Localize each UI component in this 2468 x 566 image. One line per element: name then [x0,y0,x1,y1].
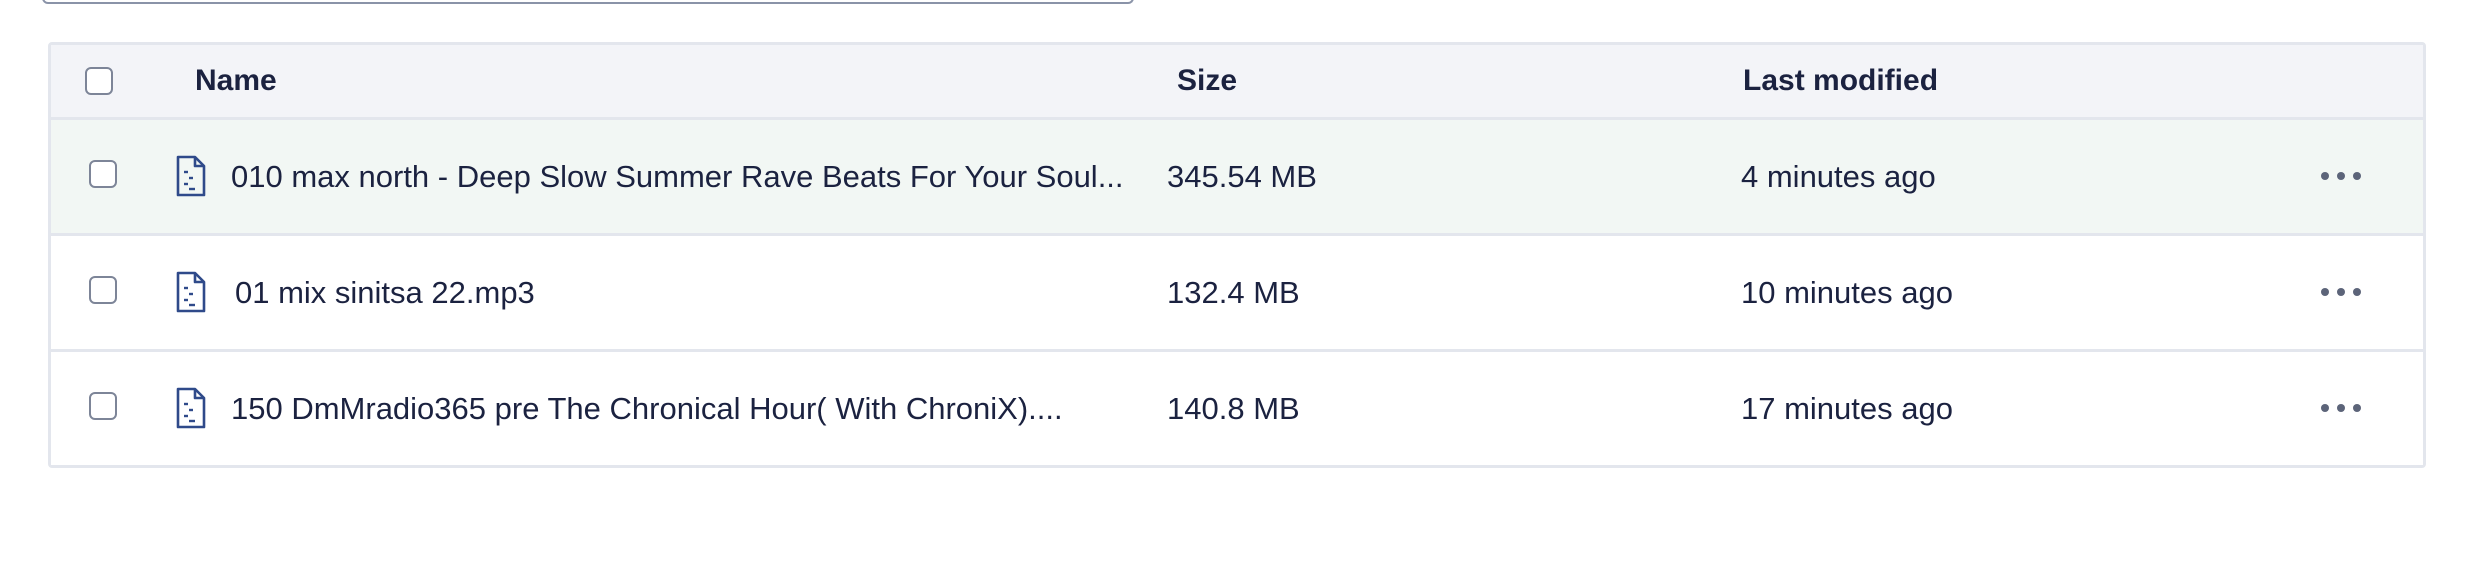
column-header-last-modified[interactable]: Last modified [1743,45,1938,117]
search-input[interactable] [42,0,1134,4]
select-all-checkbox[interactable] [85,67,113,95]
file-table: Name Size Last modified 010 max north - … [48,42,2426,468]
file-size: 132.4 MB [1167,275,1300,310]
file-name[interactable]: 150 DmMradio365 pre The Chronical Hour( … [231,352,1171,465]
file-name[interactable]: 010 max north - Deep Slow Summer Rave Be… [231,120,1171,233]
table-row[interactable]: 150 DmMradio365 pre The Chronical Hour( … [51,349,2423,465]
audio-file-icon [176,387,206,429]
column-header-name[interactable]: Name [195,45,277,117]
file-size: 140.8 MB [1167,391,1300,426]
audio-file-icon [176,271,206,313]
row-checkbox[interactable] [89,392,117,420]
file-name[interactable]: 01 mix sinitsa 22.mp3 [235,236,1175,349]
table-row[interactable]: 010 max north - Deep Slow Summer Rave Be… [51,117,2423,233]
more-options-icon[interactable] [2321,398,2361,418]
file-size: 345.54 MB [1167,159,1317,194]
more-options-icon[interactable] [2321,166,2361,186]
table-header: Name Size Last modified [51,45,2423,117]
file-last-modified: 4 minutes ago [1741,159,1936,194]
file-last-modified: 17 minutes ago [1741,391,1953,426]
table-row[interactable]: 01 mix sinitsa 22.mp3 132.4 MB 10 minute… [51,233,2423,349]
audio-file-icon [176,155,206,197]
row-checkbox[interactable] [89,160,117,188]
more-options-icon[interactable] [2321,282,2361,302]
row-checkbox[interactable] [89,276,117,304]
file-last-modified: 10 minutes ago [1741,275,1953,310]
column-header-size[interactable]: Size [1177,45,1237,117]
